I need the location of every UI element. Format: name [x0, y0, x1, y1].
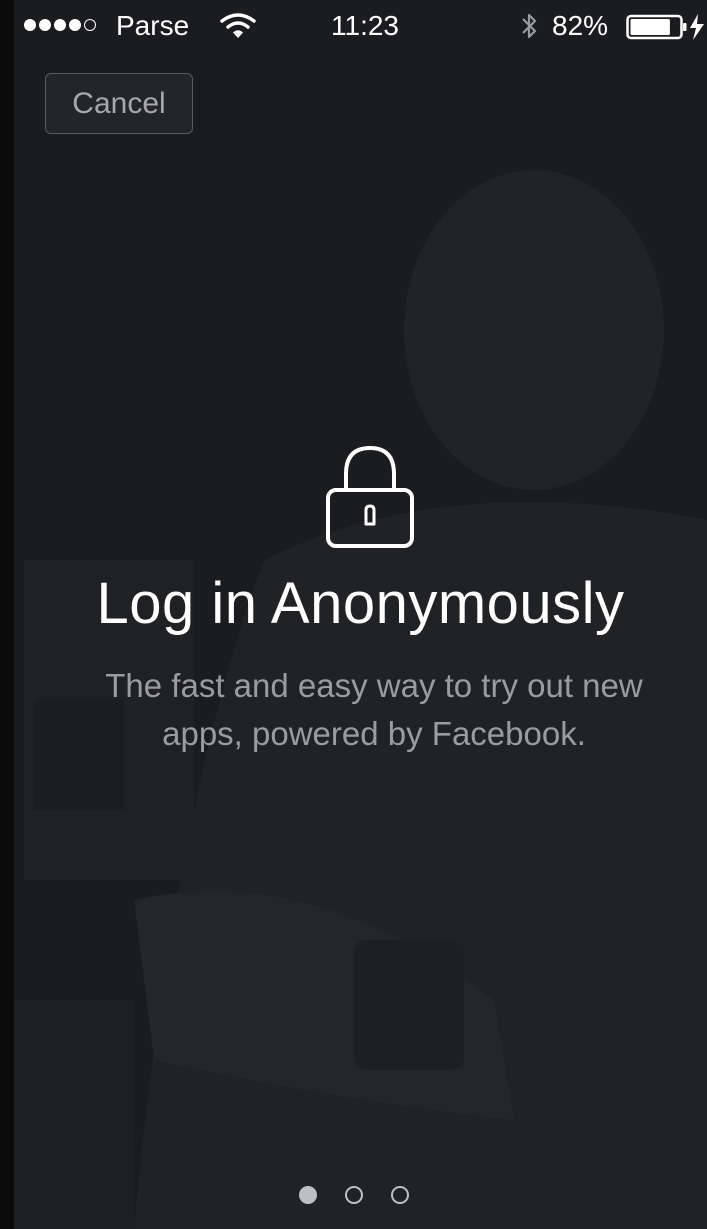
signal-dot	[69, 19, 81, 31]
battery-percent-label: 82%	[552, 10, 609, 41]
signal-dot	[54, 19, 66, 31]
page-indicator	[0, 1186, 707, 1204]
lock-icon	[326, 445, 414, 548]
battery-icon	[626, 14, 704, 40]
status-bar: Parse 11:23 82%	[20, 6, 707, 46]
signal-dot	[24, 19, 36, 31]
wifi-icon	[220, 13, 256, 38]
bluetooth-icon	[522, 13, 537, 39]
clock-label: 11:23	[331, 10, 399, 41]
page-dot[interactable]	[298, 1186, 317, 1204]
page-title: Log in Anonymously	[96, 571, 625, 636]
left-edge	[0, 0, 14, 1229]
carrier-label: Parse	[116, 10, 190, 41]
page-dot[interactable]	[390, 1186, 409, 1204]
page-subtitle: The fast and easy way to try out new app…	[105, 667, 643, 752]
page-dot[interactable]	[344, 1186, 363, 1204]
cancel-button[interactable]: Cancel	[45, 73, 193, 134]
signal-dot	[84, 19, 96, 31]
signal-strength-icon	[24, 19, 96, 31]
signal-dot	[39, 19, 51, 31]
login-screen: Parse 11:23 82% Cancel Log in Anonymousl…	[0, 0, 707, 1229]
